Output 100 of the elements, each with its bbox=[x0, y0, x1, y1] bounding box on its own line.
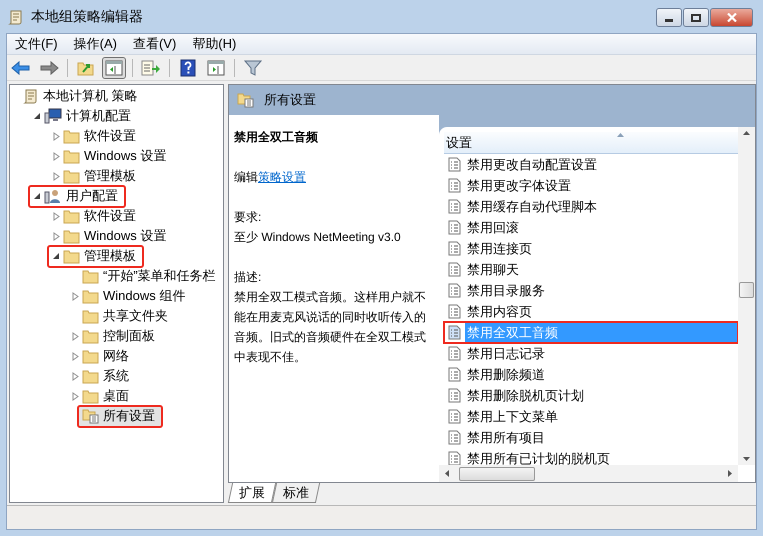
setting-title: 禁用全双工音频 bbox=[234, 129, 319, 146]
folder-icon bbox=[82, 268, 99, 284]
column-header[interactable]: 设置 bbox=[444, 132, 738, 154]
view-tab[interactable]: 扩展 bbox=[228, 483, 276, 503]
scroll-thumb[interactable] bbox=[459, 466, 535, 480]
panel-title: 所有设置 bbox=[264, 91, 316, 110]
policy-icon bbox=[448, 178, 461, 193]
setting-row[interactable]: 禁用缓存自动代理脚本 bbox=[444, 196, 738, 217]
setting-row[interactable]: 禁用所有已计划的脱机页 bbox=[444, 448, 738, 469]
scroll-thumb[interactable] bbox=[739, 282, 754, 298]
collapsed-arrow-icon[interactable] bbox=[71, 292, 80, 300]
policy-icon bbox=[448, 262, 461, 277]
tree-item[interactable]: 系统 bbox=[66, 364, 137, 388]
scroll-icon bbox=[8, 8, 24, 24]
settings-folder-icon bbox=[82, 408, 99, 424]
folder-icon bbox=[82, 368, 99, 384]
folder-icon bbox=[82, 348, 99, 364]
window-title: 本地组策略编辑器 bbox=[31, 7, 143, 26]
menu-item[interactable]: 帮助(H) bbox=[184, 34, 244, 54]
setting-row[interactable]: 禁用删除频道 bbox=[444, 364, 738, 385]
setting-row[interactable]: 禁用所有项目 bbox=[444, 427, 738, 448]
tree-item[interactable]: 控制面板 bbox=[66, 324, 163, 348]
folder-icon bbox=[63, 168, 80, 184]
expanded-arrow-icon[interactable] bbox=[33, 112, 42, 120]
collapsed-arrow-icon[interactable] bbox=[52, 132, 61, 140]
policy-icon bbox=[448, 241, 461, 256]
view-tab[interactable]: 标准 bbox=[272, 483, 320, 503]
tree-item[interactable]: “开始”菜单和任务栏 bbox=[77, 264, 223, 288]
tree-item[interactable]: 软件设置 bbox=[47, 204, 144, 228]
folder-icon bbox=[63, 248, 80, 264]
setting-row[interactable]: 禁用回滚 bbox=[444, 217, 738, 238]
folder-icon bbox=[82, 308, 99, 324]
tree-item[interactable]: 桌面 bbox=[66, 384, 137, 408]
policy-icon bbox=[448, 367, 461, 382]
scroll-up-icon[interactable] bbox=[743, 131, 750, 135]
tree-item[interactable]: 所有设置 bbox=[77, 404, 163, 428]
tree-item[interactable]: Windows 设置 bbox=[47, 144, 174, 168]
collapsed-arrow-icon[interactable] bbox=[71, 352, 80, 360]
policy-settings-link[interactable]: 策略设置 bbox=[258, 170, 306, 184]
policy-icon bbox=[448, 220, 461, 235]
close-button[interactable] bbox=[710, 8, 753, 27]
collapsed-arrow-icon[interactable] bbox=[71, 392, 80, 400]
tree-item[interactable]: Windows 组件 bbox=[66, 284, 194, 308]
collapsed-arrow-icon[interactable] bbox=[71, 372, 80, 380]
policy-icon bbox=[448, 409, 461, 424]
policy-icon bbox=[448, 325, 461, 340]
folder-icon bbox=[63, 128, 80, 144]
tree-item[interactable]: 用户配置 bbox=[28, 184, 126, 208]
minimize-button[interactable] bbox=[656, 8, 682, 27]
expanded-arrow-icon[interactable] bbox=[33, 192, 42, 200]
folder-icon bbox=[82, 288, 99, 304]
tree-item[interactable]: 网络 bbox=[66, 344, 137, 368]
setting-row[interactable]: 禁用删除脱机页计划 bbox=[444, 385, 738, 406]
setting-row[interactable]: 禁用目录服务 bbox=[444, 280, 738, 301]
tree-item[interactable]: 共享文件夹 bbox=[77, 304, 176, 328]
tree-item[interactable]: Windows 设置 bbox=[47, 224, 174, 248]
policy-icon bbox=[448, 451, 461, 466]
close-icon bbox=[726, 13, 736, 22]
folder-icon bbox=[63, 148, 80, 164]
collapsed-arrow-icon[interactable] bbox=[52, 232, 61, 240]
setting-row[interactable]: 禁用聊天 bbox=[444, 259, 738, 280]
collapsed-arrow-icon[interactable] bbox=[71, 332, 80, 340]
setting-row[interactable]: 禁用内容页 bbox=[444, 301, 738, 322]
scroll-right-icon[interactable] bbox=[728, 470, 732, 477]
menu-item[interactable]: 查看(V) bbox=[124, 34, 184, 54]
help-icon[interactable] bbox=[180, 58, 196, 76]
collapsed-arrow-icon[interactable] bbox=[52, 172, 61, 180]
scroll-icon bbox=[23, 88, 39, 104]
vertical-scrollbar[interactable] bbox=[738, 127, 755, 465]
policy-icon bbox=[448, 283, 461, 298]
setting-row[interactable]: 禁用更改自动配置设置 bbox=[444, 154, 738, 175]
menu-item[interactable]: 操作(A) bbox=[66, 34, 125, 54]
menu-item[interactable]: 文件(F) bbox=[7, 34, 66, 54]
tree-item[interactable]: 管理模板 bbox=[47, 244, 144, 268]
collapsed-arrow-icon[interactable] bbox=[52, 212, 61, 220]
policy-icon bbox=[448, 157, 461, 172]
setting-row[interactable]: 禁用更改字体设置 bbox=[444, 175, 738, 196]
setting-row[interactable]: 禁用连接页 bbox=[444, 238, 738, 259]
user-icon bbox=[44, 188, 62, 204]
setting-row[interactable]: 禁用日志记录 bbox=[444, 343, 738, 364]
sort-arrow-icon bbox=[617, 133, 624, 137]
maximize-button[interactable] bbox=[683, 8, 709, 27]
requirements-text: 至少 Windows NetMeeting v3.0 bbox=[234, 229, 402, 246]
collapsed-arrow-icon[interactable] bbox=[52, 152, 61, 160]
tree-item[interactable]: 本地计算机 策略 bbox=[18, 85, 146, 108]
tree-item[interactable]: 计算机配置 bbox=[28, 104, 139, 128]
horizontal-scrollbar[interactable] bbox=[439, 465, 738, 482]
scroll-down-icon[interactable] bbox=[743, 457, 750, 461]
requirements-label: 要求: bbox=[234, 209, 262, 226]
description-label: 描述: bbox=[234, 269, 262, 286]
maximize-icon bbox=[691, 14, 701, 22]
scroll-left-icon[interactable] bbox=[445, 470, 449, 477]
minimize-icon bbox=[665, 18, 673, 22]
policy-icon bbox=[448, 430, 461, 445]
policy-icon bbox=[448, 388, 461, 403]
tree-item[interactable]: 软件设置 bbox=[47, 124, 144, 148]
setting-row[interactable]: 禁用上下文菜单 bbox=[444, 406, 738, 427]
tree-item[interactable]: 管理模板 bbox=[47, 164, 144, 188]
edit-label: 编辑 bbox=[234, 170, 258, 184]
expanded-arrow-icon[interactable] bbox=[52, 252, 61, 260]
